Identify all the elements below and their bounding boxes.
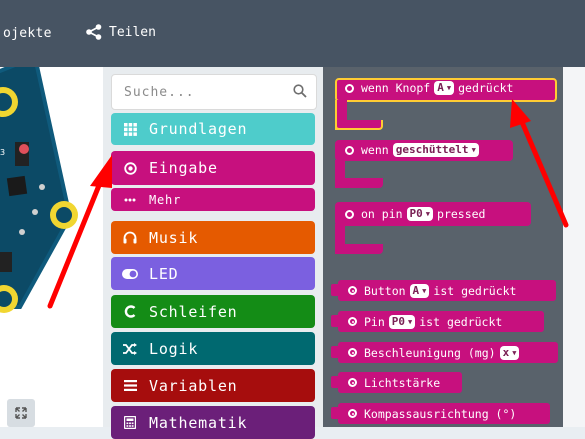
input-event-icon [348,348,357,357]
block-on-pin-pressed[interactable]: on pin P0 ▼ pressed [335,202,535,254]
input-event-icon [348,317,357,326]
workspace-edge [563,67,585,427]
fullscreen-button[interactable] [7,399,35,427]
block-text: ist gedrückt [433,283,517,298]
dropdown-arrow-icon: ▼ [512,348,517,357]
category-label: Eingabe [149,159,218,177]
block-button-is-pressed[interactable]: Button A ▼ ist gedrückt [338,280,556,301]
grid-icon [121,122,139,136]
category-label: Grundlagen [149,120,248,138]
block-text: pressed [437,207,486,221]
category-musik[interactable]: Musik [111,221,315,254]
dropdown-value: geschüttelt [395,143,469,156]
top-bar: ojekte Teilen [0,0,585,67]
loop-icon [121,305,139,318]
block-on-button-pressed[interactable]: wenn Knopf A ▼ gedrückt [335,78,557,130]
calculator-icon [121,416,139,429]
input-event-icon [345,83,354,93]
button-dropdown[interactable]: A ▼ [434,81,455,95]
block-text: wenn Knopf [361,81,431,95]
category-label: Logik [149,339,199,358]
category-label: Musik [149,228,199,247]
axis-dropdown[interactable]: x ▼ [499,345,520,360]
category-label: Variablen [149,376,238,395]
dropdown-arrow-icon: ▼ [408,317,413,326]
dropdown-value: A [412,283,420,297]
pin-dropdown[interactable]: P0 ▼ [406,207,434,221]
input-event-icon [345,145,354,155]
block-pin-is-pressed[interactable]: Pin P0 ▼ ist gedrückt [338,311,544,332]
block-text: wenn [361,143,389,157]
block-text: Kompassausrichtung (°) [364,406,517,421]
dropdown-arrow-icon: ▼ [425,210,431,218]
block-text: Lichtstärke [364,375,441,390]
simulator-panel: 3 [0,67,103,427]
category-led[interactable]: LED [111,257,315,290]
search-box [111,74,317,110]
category-label: LED [149,264,179,283]
block-text: Pin [364,314,385,329]
pin-dropdown[interactable]: P0 ▼ [388,314,416,329]
input-event-icon [348,378,357,387]
dropdown-value: A [437,81,444,94]
list-icon [121,380,139,391]
block-text: Button [364,283,406,298]
category-variablen[interactable]: Variablen [111,369,315,402]
button-dropdown[interactable]: A ▼ [409,283,430,298]
category-schleifen[interactable]: Schleifen [111,295,315,328]
share-button[interactable]: Teilen [85,24,156,40]
category-grundlagen[interactable]: Grundlagen [111,113,315,145]
share-icon [86,24,102,40]
dropdown-arrow-icon: ▼ [471,146,476,154]
dropdown-value: P0 [391,314,406,328]
category-mathematik[interactable]: Mathematik [111,406,315,439]
input-event-icon [348,409,357,418]
block-text: gedrückt [458,81,514,95]
block-on-gesture[interactable]: wenn geschüttelt ▼ [335,140,515,188]
category-label: Schleifen [149,302,238,321]
microbit-board-image[interactable]: 3 [0,67,103,327]
category-mehr[interactable]: Mehr [111,188,315,211]
search-input[interactable] [112,75,294,109]
block-compass-heading[interactable]: Kompassausrichtung (°) [338,403,550,424]
expand-icon [15,407,27,419]
category-label: Mehr [149,192,182,207]
dropdown-arrow-icon: ▼ [422,286,427,295]
gesture-dropdown[interactable]: geschüttelt ▼ [392,143,479,157]
block-text: Beschleunigung (mg) [364,345,496,360]
toggle-icon [121,268,139,279]
headphones-icon [121,231,139,244]
category-label: Mathematik [149,413,248,432]
block-text: ist gedrückt [419,314,503,329]
toolbox: Grundlagen Eingabe Mehr Musik LED Schlei… [103,67,323,439]
input-event-icon [345,209,354,219]
block-text: on pin [361,207,403,221]
dropdown-value: P0 [409,207,423,220]
radio-button-icon [121,161,139,175]
category-logik[interactable]: Logik [111,332,315,365]
dropdown-value: x [502,345,510,359]
shuffle-icon [121,342,139,355]
input-event-icon [348,286,357,295]
block-light-level[interactable]: Lichtstärke [338,372,462,393]
block-acceleration[interactable]: Beschleunigung (mg) x ▼ [338,342,558,363]
projects-button[interactable]: ojekte [3,26,52,41]
ellipsis-icon [121,198,139,202]
category-eingabe[interactable]: Eingabe [111,151,315,185]
search-icon[interactable] [293,84,307,98]
share-label: Teilen [109,24,156,40]
dropdown-arrow-icon: ▼ [446,84,452,92]
svg-text:3: 3 [0,148,5,157]
